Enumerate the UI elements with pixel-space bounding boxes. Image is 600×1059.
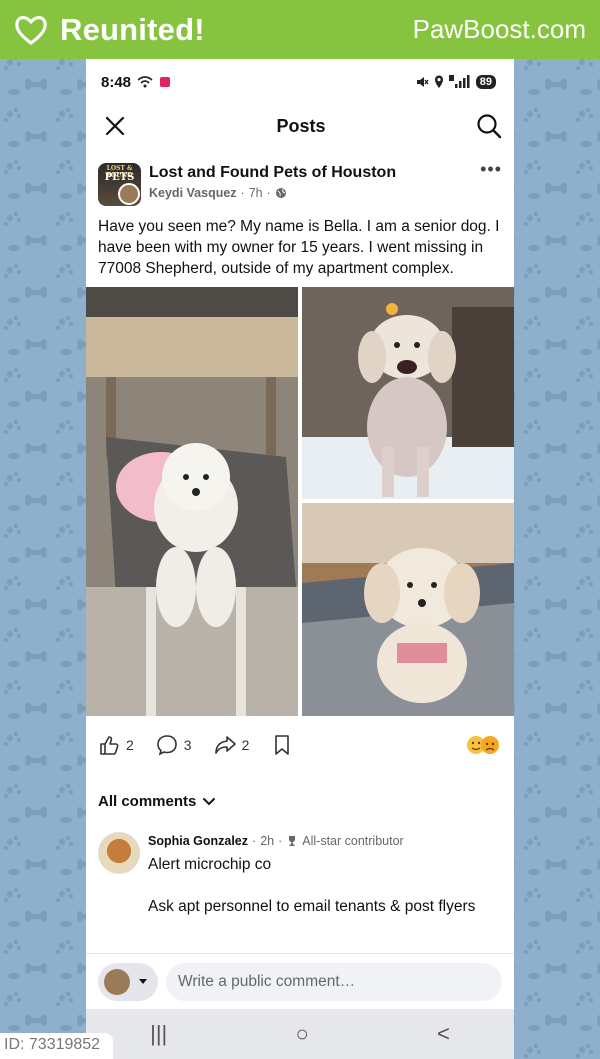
status-left: 8:48 (101, 74, 171, 91)
caret-down-icon (139, 978, 147, 984)
status-time: 8:48 (101, 73, 132, 91)
share-count: 2 (241, 737, 250, 753)
post-actions: 2 3 2 (86, 721, 514, 769)
globe-icon (275, 188, 286, 198)
composer-avatar (104, 968, 130, 995)
page-title: Posts (276, 115, 326, 136)
save-button[interactable] (271, 734, 293, 756)
separator-dot: · (240, 186, 245, 200)
post-meta: Lost and Found Pets of Houston Keydi Vas… (149, 163, 480, 200)
status-bar: 8:48 89 (86, 59, 514, 105)
brand-left: Reunited! (14, 12, 205, 48)
chevron-down-icon (203, 797, 216, 805)
app-header: Posts (86, 105, 514, 147)
commenter-name[interactable]: Sophia Gonzalez (148, 834, 248, 848)
status-right: 89 (415, 75, 496, 89)
comment-item: Sophia Gonzalez · 2h · All-star contribu… (86, 832, 514, 917)
wifi-icon (137, 76, 153, 88)
commenter-avatar[interactable] (98, 832, 140, 874)
id-badge: ID: 73319852 (0, 1033, 113, 1059)
comment-input[interactable] (166, 962, 502, 1001)
contributor-badge: All-star contributor (302, 834, 404, 848)
comment-body: Sophia Gonzalez · 2h · All-star contribu… (148, 832, 475, 917)
identity-switcher[interactable] (98, 962, 158, 1001)
post-header: LOST & FOUND PETS Lost and Found Pets of… (86, 159, 514, 206)
brand-url: PawBoost.com (412, 14, 586, 44)
comment-meta: Sophia Gonzalez · 2h · All-star contribu… (148, 834, 475, 848)
group-avatar-main-text: PETS (104, 172, 135, 183)
reaction-summary[interactable] (466, 735, 502, 755)
post-photo-2[interactable] (302, 287, 514, 499)
like-button[interactable]: 2 (98, 734, 134, 756)
comment-text-line-1: Alert microchip co (148, 856, 272, 873)
brand-title: Reunited! (60, 11, 205, 47)
search-icon[interactable] (476, 113, 502, 139)
comment-time: 2h (260, 834, 275, 848)
all-comments-toggle[interactable]: All comments (86, 793, 514, 810)
comment-button[interactable]: 3 (156, 734, 192, 756)
post-photo-1[interactable] (86, 287, 298, 716)
post-photo-3[interactable] (302, 503, 514, 716)
comment-composer (86, 953, 514, 1009)
trophy-icon (289, 836, 296, 846)
separator-dot: · (266, 186, 271, 200)
post-time: 7h (248, 186, 263, 200)
mute-icon (416, 77, 429, 87)
separator-dot: · (278, 834, 283, 848)
phone-screen: 8:48 89 Posts LOST & FOUND PETS Lost and… (86, 59, 514, 1059)
battery-level: 89 (475, 75, 496, 89)
share-icon (214, 736, 236, 754)
like-count: 2 (126, 737, 134, 753)
author-name[interactable]: Keydi Vasquez (149, 186, 237, 200)
comment-text-line-2: Ask apt personnel to email tenants & pos… (148, 898, 476, 915)
comment-count: 3 (183, 737, 192, 753)
all-comments-label: All comments (98, 793, 197, 810)
close-icon[interactable] (104, 115, 126, 137)
group-name[interactable]: Lost and Found Pets of Houston (149, 164, 480, 182)
separator-dot: · (252, 834, 257, 848)
more-options-icon[interactable]: ••• (480, 159, 502, 180)
author-line: Keydi Vasquez · 7h · (149, 186, 480, 200)
location-icon (434, 75, 443, 88)
group-avatar[interactable]: LOST & FOUND PETS (98, 163, 141, 206)
signal-icon (448, 75, 470, 88)
recent-apps-button[interactable]: ||| (150, 1021, 167, 1047)
author-avatar[interactable] (118, 183, 140, 205)
like-icon (100, 736, 119, 755)
reaction-emoji-icon (467, 736, 499, 754)
bookmark-icon (275, 735, 290, 755)
heart-icon (15, 15, 47, 45)
comment-icon (156, 735, 177, 756)
brand-bar: Reunited! PawBoost.com (0, 0, 600, 59)
photo-grid (86, 287, 514, 717)
post-text: Have you seen me? My name is Bella. I am… (98, 218, 500, 277)
back-button[interactable]: < (437, 1021, 450, 1047)
system-nav-bar: ||| ○ < (86, 1009, 514, 1059)
notification-icon (160, 77, 171, 87)
home-button[interactable]: ○ (295, 1021, 308, 1047)
share-button[interactable]: 2 (214, 734, 250, 756)
